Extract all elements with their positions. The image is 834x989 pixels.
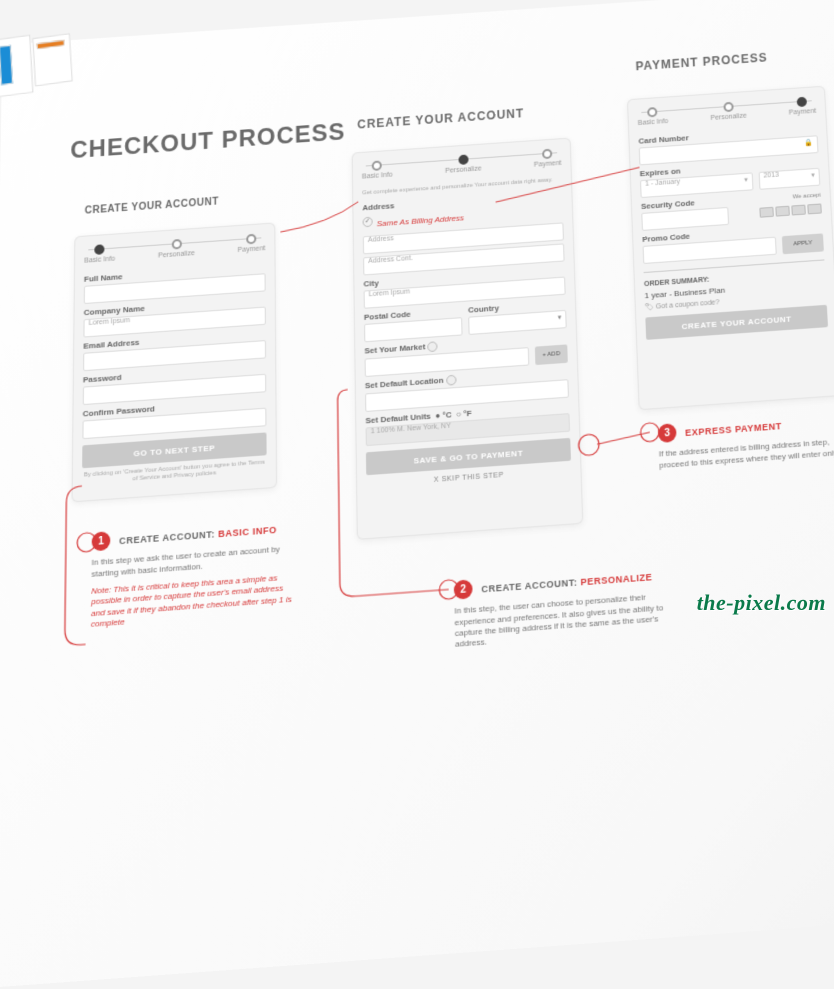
annotation-badge: 2 <box>454 579 473 599</box>
section-title-2: CREATE YOUR ACCOUNT <box>357 106 524 131</box>
annotation-3: 3 EXPRESS PAYMENT If the address entered… <box>658 411 834 471</box>
annotation-text: In this step, the user can choose to per… <box>454 590 683 651</box>
card-icon <box>791 205 806 216</box>
card-icon <box>759 207 773 218</box>
annotation-2: 2 CREATE ACCOUNT: PERSONALIZE In this st… <box>454 564 684 651</box>
lock-icon: 🔒 <box>804 139 813 147</box>
annotation-1: 1 CREATE ACCOUNT: BASIC INFO In this ste… <box>91 518 299 631</box>
panel-personalize: Basic Info Personalize Payment Get compl… <box>352 138 584 540</box>
annotation-badge: 3 <box>658 423 677 443</box>
progress-steps: Basic Info Personalize Payment <box>84 233 265 265</box>
annotation-badge: 1 <box>92 531 111 551</box>
section-title-3: PAYMENT PROCESS <box>635 51 768 74</box>
progress-steps: Basic Info Personalize Payment <box>362 148 562 181</box>
panel-basic-info: Basic Info Personalize Payment Full Name… <box>72 222 278 502</box>
panel-payment: Basic Info Personalize Payment Card Numb… <box>627 86 834 411</box>
create-account-button[interactable]: CREATE YOUR ACCOUNT <box>645 305 828 340</box>
add-market-button[interactable]: + ADD <box>535 345 568 366</box>
section-title-1: CREATE YOUR ACCOUNT <box>85 196 219 216</box>
apply-button[interactable]: APPLY <box>782 233 824 254</box>
page-title: CHECKOUT PROCESS <box>70 119 345 165</box>
card-icon <box>775 206 789 217</box>
same-billing-text: Same As Billing Address <box>377 214 464 229</box>
watermark: the-pixel.com <box>697 590 826 616</box>
checkbox-same-billing[interactable] <box>363 217 373 228</box>
input-cvv[interactable] <box>641 207 729 231</box>
card-icon <box>807 203 822 214</box>
annotation-text: If the address entered is billing addres… <box>659 437 834 472</box>
we-accept-text: We accept <box>734 193 821 205</box>
progress-steps: Basic Info Personalize Payment <box>637 96 816 127</box>
